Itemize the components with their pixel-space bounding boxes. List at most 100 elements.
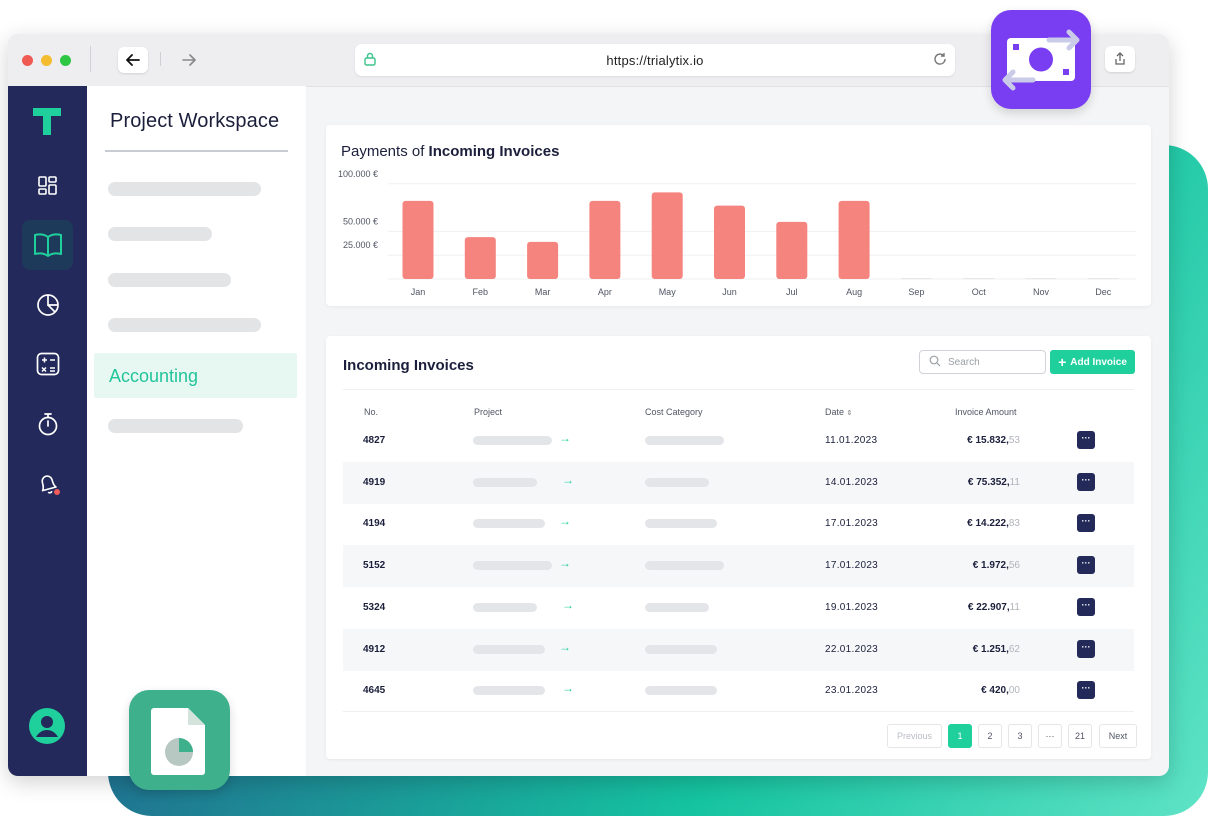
back-button[interactable] xyxy=(118,47,148,73)
close-window-button[interactable] xyxy=(22,55,33,66)
bar-jan[interactable] xyxy=(402,200,434,279)
project-placeholder xyxy=(473,561,552,571)
bar-may[interactable] xyxy=(651,192,683,279)
pagination-ellipsis[interactable]: ··· xyxy=(1038,724,1062,748)
more-actions-button[interactable]: ··· xyxy=(1077,472,1095,491)
pagination-page-3[interactable]: 3 xyxy=(1008,724,1032,748)
arrow-right-icon[interactable]: → xyxy=(562,681,574,695)
table-row[interactable]: 5324 → 19.01.2023 € 22.907,11 ··· xyxy=(343,587,1134,629)
workspace-panel: Project Workspace Accounting xyxy=(87,86,306,776)
panel-item-placeholder[interactable] xyxy=(108,273,231,287)
reload-icon[interactable] xyxy=(933,52,947,66)
pagination-page-21[interactable]: 21 xyxy=(1068,724,1092,748)
bar-feb[interactable] xyxy=(464,237,496,279)
more-actions-button[interactable]: ··· xyxy=(1077,431,1095,449)
invoice-amount: € 15.832,53 xyxy=(967,435,1020,446)
arrow-right-icon[interactable]: → xyxy=(559,431,571,445)
bell-icon[interactable] xyxy=(22,459,73,509)
minimize-window-button[interactable] xyxy=(41,55,52,66)
pagination-next-button[interactable]: Next xyxy=(1099,724,1137,748)
bar-jul[interactable] xyxy=(776,221,808,279)
invoice-date: 22.01.2023 xyxy=(825,643,879,655)
table-row[interactable]: 5152 → 17.01.2023 € 1.972,56 ··· xyxy=(343,545,1134,588)
x-tick-label: Jul xyxy=(786,287,798,297)
x-tick-label: Jun xyxy=(722,287,737,297)
money-transfer-badge xyxy=(991,10,1091,109)
invoice-amount: € 22.907,11 xyxy=(967,601,1020,613)
invoice-number: 4827 xyxy=(363,435,386,446)
table-row[interactable]: 4827 → 11.01.2023 € 15.832,53 ··· xyxy=(343,420,1134,462)
bar-sep[interactable] xyxy=(900,278,932,279)
more-actions-button[interactable]: ··· xyxy=(1077,514,1095,533)
project-placeholder xyxy=(473,477,537,487)
column-header-invoice-amount[interactable]: Invoice Amount xyxy=(955,407,1017,417)
search-input[interactable] xyxy=(948,354,1038,370)
bar-apr[interactable] xyxy=(589,200,621,279)
invoices-title: Incoming Invoices xyxy=(343,357,474,374)
money-transfer-icon xyxy=(1002,29,1080,91)
panel-item-placeholder[interactable] xyxy=(108,182,261,196)
address-bar[interactable]: https://trialytix.io xyxy=(355,44,955,76)
y-tick-label: 100.000 € xyxy=(338,169,378,179)
x-tick-label: Dec xyxy=(1095,287,1112,297)
search-field[interactable] xyxy=(919,350,1046,374)
arrow-right-icon[interactable]: → xyxy=(559,556,571,570)
panel-item-placeholder[interactable] xyxy=(108,227,212,241)
project-placeholder xyxy=(473,644,545,654)
table-row[interactable]: 4919 → 14.01.2023 € 75.352,11 ··· xyxy=(343,461,1134,504)
more-actions-button[interactable]: ··· xyxy=(1077,556,1095,575)
document-badge xyxy=(129,690,230,790)
invoice-amount: € 14.222,83 xyxy=(967,518,1020,530)
table-row[interactable]: 4194 → 17.01.2023 € 14.222,83 ··· xyxy=(343,503,1134,545)
invoice-amount: € 75.352,11 xyxy=(967,476,1020,488)
pagination-page-1[interactable]: 1 xyxy=(948,724,972,748)
add-invoice-button[interactable]: + Add Invoice xyxy=(1050,350,1135,374)
pagination-page-2[interactable]: 2 xyxy=(978,724,1002,748)
bar-mar[interactable] xyxy=(527,241,559,279)
invoice-number: 5152 xyxy=(363,560,386,572)
calculator-icon[interactable] xyxy=(22,339,73,389)
arrow-right-icon[interactable]: → xyxy=(562,598,574,612)
y-tick-label: 50.000 € xyxy=(343,216,378,226)
column-header-no[interactable]: No. xyxy=(364,407,378,417)
bar-nov[interactable] xyxy=(1025,278,1057,279)
project-placeholder xyxy=(473,602,537,612)
bar-oct[interactable] xyxy=(963,278,995,279)
book-icon[interactable] xyxy=(22,220,73,270)
arrow-right-icon xyxy=(182,54,196,66)
bar-jun[interactable] xyxy=(714,205,745,279)
stopwatch-icon[interactable] xyxy=(22,399,73,449)
pie-chart-icon[interactable] xyxy=(22,280,73,330)
panel-item-accounting[interactable]: Accounting xyxy=(94,353,297,398)
share-icon xyxy=(1115,52,1125,65)
arrow-right-icon[interactable]: → xyxy=(562,473,574,487)
panel-item-placeholder[interactable] xyxy=(108,419,243,433)
arrow-right-icon[interactable]: → xyxy=(559,514,571,528)
column-header-cost-category[interactable]: Cost Category xyxy=(645,407,703,417)
browser-window: https://trialytix.io Project Workspace A… xyxy=(8,34,1169,776)
column-header-project[interactable]: Project xyxy=(474,407,502,417)
arrow-right-icon[interactable]: → xyxy=(559,640,571,654)
plus-icon: + xyxy=(1058,354,1067,370)
more-actions-button[interactable]: ··· xyxy=(1077,597,1095,616)
maximize-window-button[interactable] xyxy=(60,55,71,66)
more-actions-button[interactable]: ··· xyxy=(1077,681,1095,700)
bar-aug[interactable] xyxy=(838,200,870,279)
forward-button[interactable] xyxy=(174,47,204,73)
table-row[interactable]: 4645 → 23.01.2023 € 420,00 ··· xyxy=(343,670,1134,712)
table-row[interactable]: 4912 → 22.01.2023 € 1.251,62 ··· xyxy=(343,628,1134,671)
pagination-previous-button[interactable]: Previous xyxy=(887,724,942,748)
project-placeholder xyxy=(473,519,545,529)
sort-icon[interactable]: ⇕ xyxy=(847,410,853,417)
panel-item-placeholder[interactable] xyxy=(108,318,261,332)
share-button[interactable] xyxy=(1105,46,1135,72)
more-actions-button[interactable]: ··· xyxy=(1077,639,1095,658)
column-header-date[interactable]: Date ⇕ xyxy=(825,407,852,417)
x-tick-label: Jan xyxy=(411,287,426,297)
bar-chart: 100.000 € 50.000 € 25.000 € Jan Feb Mar Apr May… xyxy=(338,169,1136,297)
user-avatar-icon[interactable] xyxy=(29,708,65,744)
bar-dec[interactable] xyxy=(1087,278,1119,279)
dashboard-icon[interactable] xyxy=(22,161,73,211)
x-tick-label: May xyxy=(659,287,677,297)
cost-category-placeholder xyxy=(645,477,709,487)
